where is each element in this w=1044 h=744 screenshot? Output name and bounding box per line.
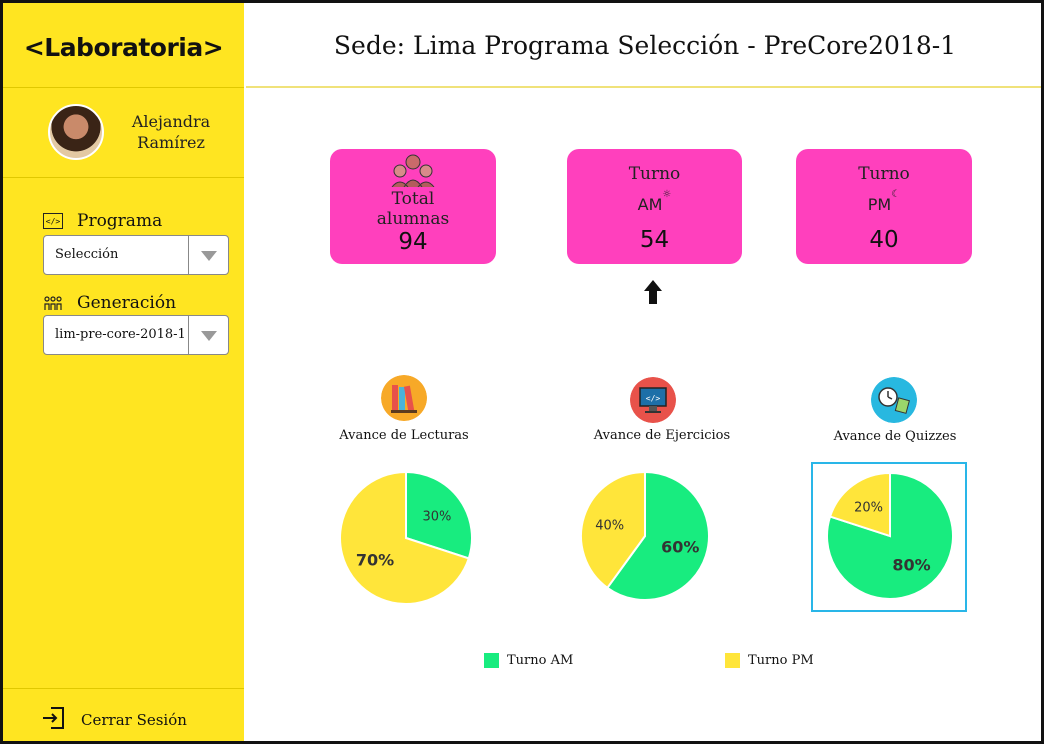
chevron-down-icon[interactable] — [188, 316, 228, 354]
card-pm-value: 40 — [869, 227, 899, 253]
chart-title-lecturas: Avance de Lecturas — [339, 428, 469, 443]
card-am-label: Turno — [628, 164, 681, 184]
page-title: Sede: Lima Programa Selección - PreCore2… — [333, 31, 957, 60]
programa-select[interactable]: Selección — [43, 235, 229, 275]
group-icon — [43, 295, 63, 311]
user-name: Alejandra Ramírez — [131, 112, 211, 152]
pie-label-am: 30% — [423, 509, 452, 524]
laboratoria-logo[interactable]: <Laboratoria> — [3, 33, 244, 62]
card-pm-label: Turno — [858, 164, 910, 184]
generacion-label-text: Generación — [77, 293, 177, 313]
legend-swatch-pm — [725, 653, 740, 668]
sidebar: <Laboratoria> Alejandra Ramírez </> Prog… — [3, 3, 244, 741]
quiz-timer-icon — [871, 377, 917, 423]
selected-chart-outline — [811, 462, 967, 612]
books-icon — [381, 375, 427, 421]
students-icon — [391, 154, 435, 187]
pie-label-pm: 70% — [356, 551, 394, 570]
legend-item-am: Turno AM — [484, 653, 573, 668]
card-total-value: 94 — [398, 229, 428, 255]
legend-item-pm: Turno PM — [725, 653, 814, 668]
logout-button[interactable]: Cerrar Sesión — [41, 706, 187, 734]
programa-label-text: Programa — [77, 211, 163, 231]
pie-chart-ejercicios[interactable]: 60% 40% — [579, 470, 711, 602]
generacion-select-value: lim-pre-core-2018-1 — [55, 327, 186, 342]
pie-chart-lecturas[interactable]: 30% 70% — [338, 470, 474, 606]
card-am-value: 54 — [639, 227, 670, 253]
card-turno-am[interactable]: Turno AM☼ 54 — [567, 149, 742, 264]
computer-code-icon: </> — [630, 377, 676, 423]
card-pm-sub-text: PM — [867, 195, 892, 214]
code-icon: </> — [43, 213, 63, 229]
avatar — [48, 104, 104, 160]
legend-label-am: Turno AM — [507, 653, 574, 668]
card-total-label: Total alumnas — [330, 189, 496, 229]
legend-swatch-am — [484, 653, 499, 668]
sidebar-divider — [3, 688, 244, 689]
card-pm-sub: PM☾ — [796, 189, 972, 214]
card-total-label-2: alumnas — [376, 209, 450, 229]
arrow-up-icon — [644, 280, 662, 304]
programa-select-value: Selección — [55, 247, 119, 262]
chevron-down-icon[interactable] — [188, 236, 228, 274]
legend-label-pm: Turno PM — [748, 653, 814, 668]
moon-icon: ☾ — [891, 189, 901, 200]
generacion-select[interactable]: lim-pre-core-2018-1 — [43, 315, 229, 355]
sun-icon: ☼ — [662, 189, 672, 200]
card-am-sub: AM☼ — [567, 189, 742, 214]
app-frame: <Laboratoria> Alejandra Ramírez </> Prog… — [0, 0, 1044, 744]
logout-label: Cerrar Sesión — [81, 711, 187, 729]
pie-label-am: 60% — [661, 537, 699, 556]
card-total-alumnas[interactable]: Total alumnas 94 — [330, 149, 496, 264]
sidebar-divider — [3, 87, 244, 88]
svg-text:</>: </> — [646, 394, 661, 403]
logout-icon — [41, 706, 65, 734]
header-divider — [246, 86, 1041, 88]
card-total-label-1: Total — [391, 189, 435, 209]
sidebar-divider — [3, 177, 244, 178]
card-turno-pm[interactable]: Turno PM☾ 40 — [796, 149, 972, 264]
generacion-label: Generación — [43, 293, 176, 313]
chart-title-ejercicios: Avance de Ejercicios — [593, 428, 731, 443]
card-am-sub-text: AM — [637, 195, 663, 214]
pie-label-pm: 40% — [595, 519, 624, 534]
chart-title-quizzes: Avance de Quizzes — [833, 429, 957, 444]
programa-label: </> Programa — [43, 211, 162, 231]
